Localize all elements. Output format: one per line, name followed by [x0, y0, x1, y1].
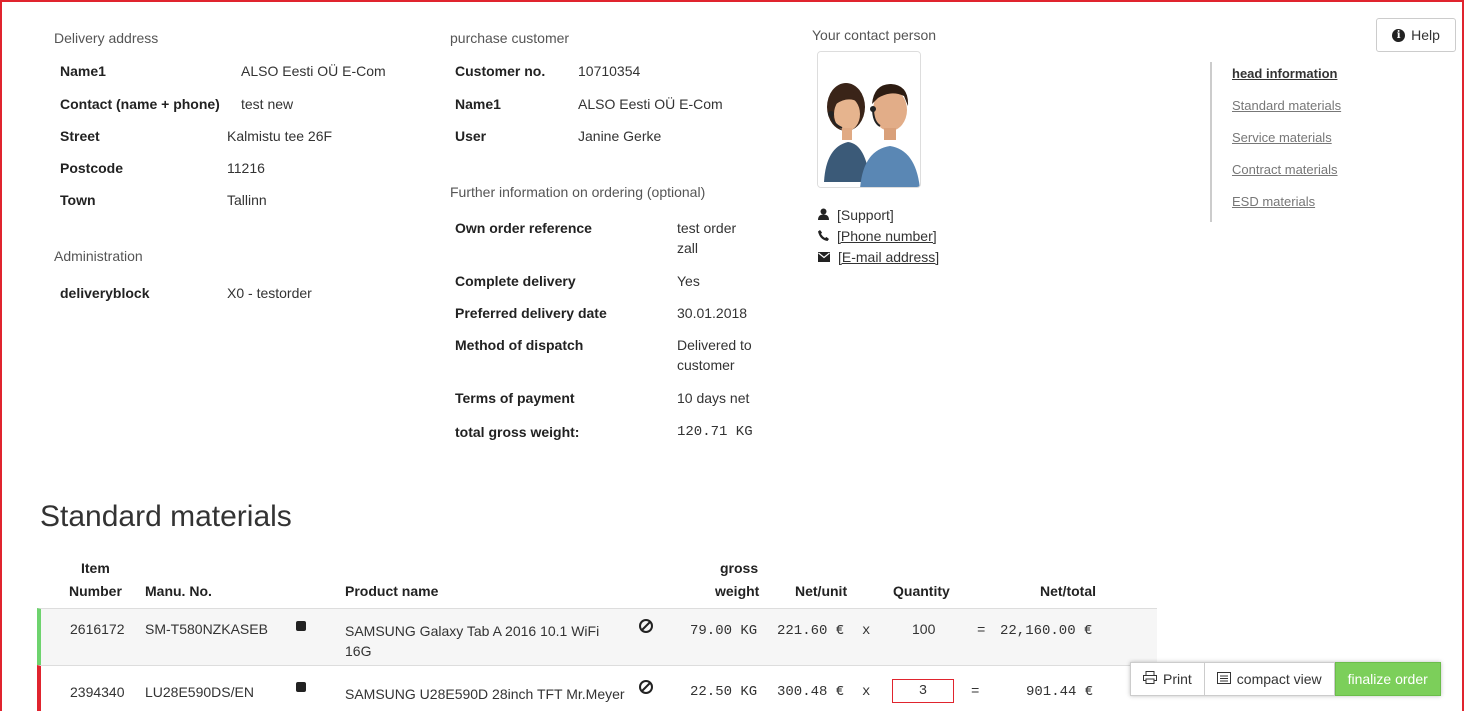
delivery-value-town: Tallinn — [227, 192, 267, 208]
contact-phone-link[interactable]: [Phone number] — [837, 228, 937, 244]
delivery-value-name1: ALSO Eesti OÜ E-Com — [241, 63, 386, 79]
row-item-number: 2394340 — [70, 684, 125, 700]
purchase-label-name1: Name1 — [455, 96, 501, 112]
delivery-address-title: Delivery address — [54, 30, 159, 46]
nav-item-head-information[interactable]: head information — [1212, 62, 1341, 94]
row-equals-sign: = — [977, 623, 986, 639]
print-icon — [1143, 671, 1157, 687]
row-net-unit: 300.48 € — [777, 684, 845, 700]
row-net-total: 22,160.00 € — [1000, 623, 1093, 639]
further-value-dispatch: Delivered to customer — [677, 337, 752, 373]
row-product-name[interactable]: SAMSUNG Galaxy Tab A 2016 10.1 WiFi 16G — [345, 621, 627, 661]
contact-email[interactable]: [E-mail address] — [818, 249, 939, 265]
print-button[interactable]: Print — [1130, 662, 1205, 696]
envelope-icon — [818, 249, 830, 265]
further-label-payment: Terms of payment — [455, 390, 575, 406]
further-value-delivery-date: 30.01.2018 — [677, 305, 748, 321]
nav-item-service-materials[interactable]: Service materials — [1212, 126, 1341, 158]
row-gross-weight: 22.50 KG — [690, 684, 758, 700]
further-value-weight: 120.71 KG — [677, 424, 753, 440]
further-label-dispatch: Method of dispatch — [455, 337, 584, 353]
delivery-label-postcode: Postcode — [60, 160, 124, 176]
purchase-label-customer-no: Customer no. — [455, 63, 546, 79]
delivery-label-name1: Name1 — [60, 63, 106, 79]
contact-support-label: [Support] — [837, 207, 894, 223]
administration-label: deliveryblock — [60, 285, 150, 301]
contact-support: [Support] — [818, 207, 894, 223]
row-gross-weight: 79.00 KG — [690, 623, 758, 639]
purchase-value-name1: ALSO Eesti OÜ E-Com — [578, 96, 723, 112]
header-manu-no: Manu. No. — [145, 583, 212, 599]
row-net-total: 901.44 € — [1026, 684, 1094, 700]
not-returnable-icon — [639, 619, 653, 633]
delivery-value-street: Kalmistu tee 26F — [227, 128, 333, 144]
phone-icon — [818, 228, 829, 244]
header-item-line1: Item — [81, 560, 110, 576]
header-item-line2: Number — [69, 583, 122, 599]
administration-value: X0 - testorder — [227, 285, 312, 301]
further-value-order-ref: test order zall — [677, 220, 737, 256]
quantity-input[interactable] — [892, 679, 954, 703]
delivery-value-contact: test new — [241, 96, 294, 112]
compact-view-button[interactable]: compact view — [1204, 662, 1335, 696]
row-equals-sign: = — [971, 684, 980, 700]
stock-status-icon — [296, 682, 306, 692]
section-nav: head information Standard materials Serv… — [1210, 62, 1341, 222]
delivery-label-contact: Contact (name + phone) — [60, 96, 220, 112]
further-info-title: Further information on ordering (optiona… — [450, 184, 706, 200]
further-value-payment: 10 days net — [677, 390, 750, 406]
stock-status-icon — [296, 621, 306, 631]
finalize-order-button-label: finalize order — [1347, 671, 1428, 687]
purchase-value-customer-no: 10710354 — [578, 63, 641, 79]
administration-title: Administration — [54, 248, 143, 264]
header-product-name: Product name — [345, 583, 439, 599]
row-manu-no: SM-T580NZKASEB — [145, 621, 268, 637]
header-net-unit: Net/unit — [795, 583, 848, 599]
user-icon — [818, 207, 829, 223]
delivery-value-postcode: 11216 — [227, 160, 265, 176]
header-net-total: Net/total — [1040, 583, 1096, 599]
further-value-complete-delivery: Yes — [677, 273, 700, 289]
contact-phone[interactable]: [Phone number] — [818, 228, 937, 244]
purchase-value-user: Janine Gerke — [578, 128, 662, 144]
delivery-label-town: Town — [60, 192, 96, 208]
delivery-label-street: Street — [60, 128, 100, 144]
further-label-weight: total gross weight: — [455, 424, 580, 440]
purchase-label-user: User — [455, 128, 487, 144]
row-quantity: 100 — [912, 621, 936, 637]
info-icon: i — [1392, 28, 1406, 42]
print-button-label: Print — [1163, 671, 1192, 687]
header-gross-line2: weight — [715, 583, 760, 599]
standard-materials-heading: Standard materials — [40, 500, 292, 533]
row-multiply-sign: x — [862, 684, 871, 700]
nav-item-contract-materials[interactable]: Contract materials — [1212, 158, 1341, 190]
row-product-name[interactable]: SAMSUNG U28E590D 28inch TFT Mr.Meyer — [345, 684, 627, 704]
finalize-order-button[interactable]: finalize order — [1334, 662, 1441, 696]
compact-view-button-label: compact view — [1236, 671, 1322, 687]
help-button[interactable]: i Help — [1376, 18, 1456, 52]
contact-person-photo — [817, 51, 921, 188]
contact-email-link[interactable]: [E-mail address] — [838, 249, 939, 265]
row-item-number: 2616172 — [70, 621, 125, 637]
contact-person-title: Your contact person — [812, 27, 937, 43]
order-action-bar: Print compact view finalize order — [1130, 662, 1441, 696]
further-label-delivery-date: Preferred delivery date — [455, 305, 607, 321]
row-net-unit: 221.60 € — [777, 623, 845, 639]
help-button-label: Help — [1411, 27, 1440, 43]
header-quantity: Quantity — [893, 583, 950, 599]
header-gross-line1: gross — [720, 560, 759, 576]
purchase-customer-title: purchase customer — [450, 30, 570, 46]
nav-item-standard-materials[interactable]: Standard materials — [1212, 94, 1341, 126]
nav-item-esd-materials[interactable]: ESD materials — [1212, 190, 1341, 222]
further-label-order-ref: Own order reference — [455, 220, 592, 236]
list-icon — [1216, 671, 1231, 687]
row-multiply-sign: x — [862, 623, 871, 639]
further-label-complete-delivery: Complete delivery — [455, 273, 576, 289]
not-returnable-icon — [639, 680, 653, 694]
row-manu-no: LU28E590DS/EN — [145, 684, 254, 700]
